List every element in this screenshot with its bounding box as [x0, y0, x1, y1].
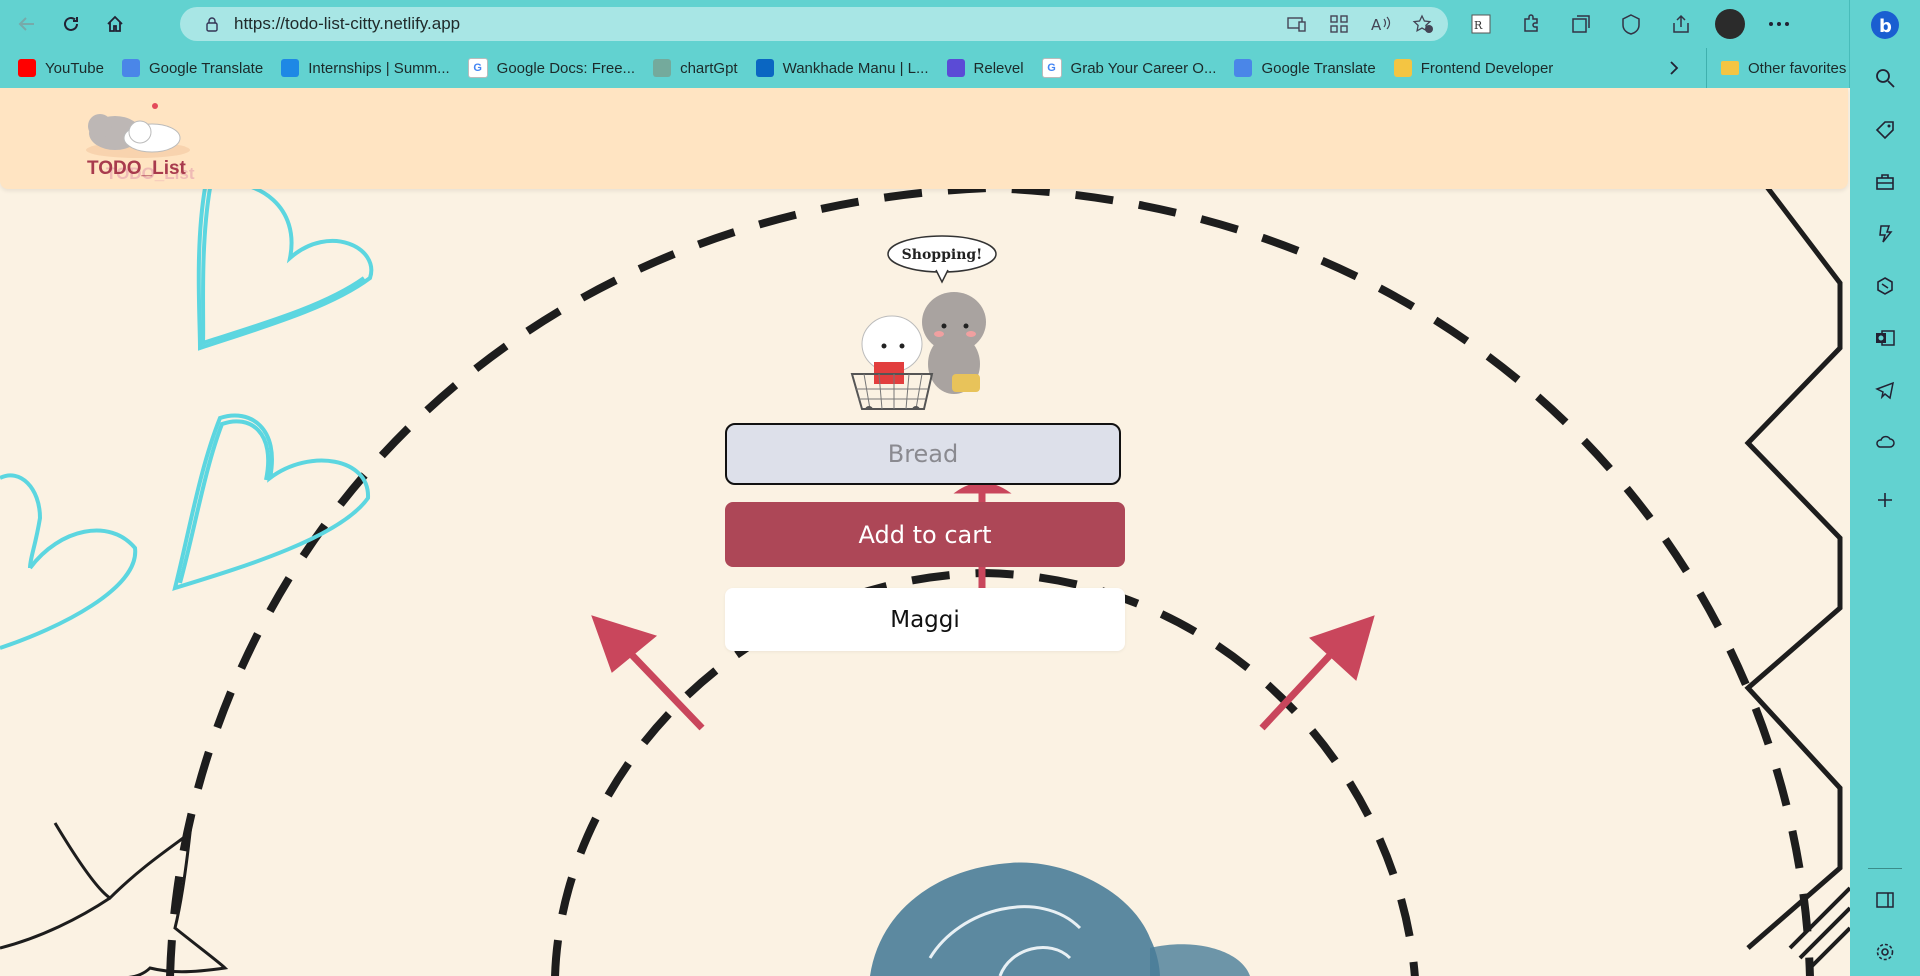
back-icon[interactable] [10, 7, 44, 41]
add-favorite-icon[interactable] [1412, 13, 1434, 35]
share-icon[interactable] [1665, 8, 1697, 40]
hide-sidebar-icon[interactable] [1873, 888, 1897, 912]
internshala-icon [281, 59, 300, 77]
tools-briefcase-icon[interactable] [1873, 170, 1897, 194]
refresh-icon[interactable] [54, 7, 88, 41]
outlook-icon[interactable] [1873, 326, 1897, 350]
google-translate-icon [121, 59, 140, 77]
linkedin-icon [755, 59, 774, 77]
relevel-icon [946, 59, 965, 77]
chatgpt-icon [653, 59, 672, 77]
chevron-right-icon[interactable] [1662, 56, 1686, 80]
bookmark-item[interactable]: Frontend Developer [1393, 59, 1554, 77]
sidebar-divider [1868, 868, 1902, 869]
bookmarks-bar: YouTube Google Translate Internships | Sum… [0, 48, 1850, 88]
read-aloud-icon[interactable]: A [1370, 13, 1392, 35]
bookmark-item[interactable]: YouTube [18, 59, 104, 77]
web-page: TODO_List TODO_List Shopping! Add to car… [0, 88, 1850, 976]
extensions-icon[interactable] [1515, 8, 1547, 40]
bookmark-label[interactable]: Grab Your Career O... [1071, 60, 1217, 77]
rose-image [870, 862, 1250, 976]
app-available-icon[interactable] [1286, 13, 1308, 35]
heart-icon [0, 180, 374, 650]
bookmark-label[interactable]: Google Translate [149, 60, 263, 77]
cat-logo-image [86, 103, 190, 158]
other-favorites-label[interactable]: Other favorites [1748, 60, 1846, 77]
folder-icon [1393, 59, 1412, 77]
bookmark-label[interactable]: chartGpt [680, 60, 738, 77]
bookmark-label[interactable]: Wankhade Manu | L... [783, 60, 929, 77]
app-header: TODO_List TODO_List [0, 88, 1848, 189]
shopping-cats-image: Shopping! [850, 235, 997, 410]
bookmark-label[interactable]: YouTube [45, 60, 104, 77]
bookmark-item[interactable]: G Google Docs: Free... [467, 58, 635, 78]
microsoft-365-icon[interactable] [1873, 274, 1897, 298]
list-item[interactable]: Maggi [725, 588, 1125, 651]
extension-rd-icon[interactable]: R [1465, 8, 1497, 40]
bookmark-label[interactable]: Internships | Summ... [308, 60, 449, 77]
bookmark-label[interactable]: Google Translate [1261, 60, 1375, 77]
browser-extensions: R [1465, 7, 1795, 41]
profile-avatar[interactable] [1715, 9, 1745, 39]
bookmark-item[interactable]: chartGpt [653, 59, 738, 77]
bing-copilot-icon[interactable]: b [1870, 10, 1900, 40]
logo-text[interactable]: TODO_List [87, 158, 186, 180]
google-translate-icon [1234, 59, 1253, 77]
google-icon: G [467, 58, 488, 78]
bookmark-item[interactable]: Wankhade Manu | L... [755, 59, 929, 77]
telegram-icon[interactable] [1873, 378, 1897, 402]
bookmark-item[interactable]: Internships | Summ... [281, 59, 450, 77]
settings-gear-icon[interactable] [1873, 940, 1897, 964]
svg-text:b: b [1879, 16, 1892, 37]
url-text[interactable]: https://todo-list-citty.netlify.app [234, 14, 460, 34]
bookmark-item[interactable]: Relevel [946, 59, 1024, 77]
speech-bubble-text: Shopping! [902, 247, 983, 263]
shopping-tag-icon[interactable] [1873, 118, 1897, 142]
search-icon[interactable] [1873, 66, 1897, 90]
svg-text:R: R [1474, 19, 1483, 32]
item-input[interactable] [725, 423, 1121, 485]
other-favorites[interactable]: Other favorites [1706, 48, 1846, 88]
address-bar[interactable]: https://todo-list-citty.netlify.app A [180, 7, 1448, 41]
svg-text:A: A [1371, 16, 1382, 33]
browser-essentials-icon[interactable] [1615, 8, 1647, 40]
add-to-cart-button[interactable]: Add to cart [725, 502, 1125, 567]
bookmark-label[interactable]: Frontend Developer [1421, 60, 1554, 77]
apps-grid-icon[interactable] [1328, 13, 1350, 35]
games-icon[interactable] [1873, 222, 1897, 246]
edge-sidebar: b [1849, 0, 1920, 976]
bookmark-label[interactable]: Google Docs: Free... [497, 60, 635, 77]
folder-icon [1721, 61, 1739, 75]
collections-icon[interactable] [1565, 8, 1597, 40]
bookmark-item[interactable]: Google Translate [1234, 59, 1376, 77]
cloud-icon[interactable] [1873, 430, 1897, 454]
lock-icon[interactable] [204, 16, 220, 32]
bookmark-item[interactable]: G Grab Your Career O... [1041, 58, 1217, 78]
add-icon[interactable] [1873, 488, 1897, 512]
google-icon: G [1041, 58, 1062, 78]
bookmark-label[interactable]: Relevel [974, 60, 1024, 77]
bookmark-item[interactable]: Google Translate [121, 59, 263, 77]
home-icon[interactable] [98, 7, 132, 41]
youtube-icon [18, 59, 36, 77]
more-options-icon[interactable] [1763, 8, 1795, 40]
